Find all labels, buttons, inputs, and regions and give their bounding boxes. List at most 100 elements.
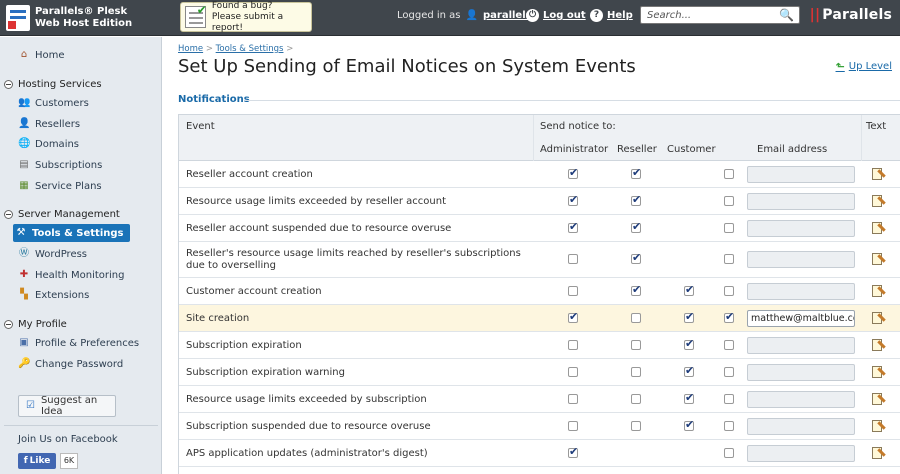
customer-checkbox[interactable] — [684, 364, 694, 377]
reseller-checkbox[interactable] — [631, 421, 641, 431]
email-field[interactable] — [747, 283, 855, 300]
report-bug-button[interactable]: Found a bug? Please submit a report! — [180, 1, 312, 33]
edit-text-icon[interactable] — [872, 339, 886, 352]
administrator-checkbox[interactable] — [568, 254, 578, 264]
reseller-checkbox[interactable] — [631, 193, 641, 206]
email-field[interactable] — [747, 251, 855, 268]
search-input[interactable]: Search... 🔍 — [640, 6, 800, 24]
customer-checkbox[interactable] — [684, 337, 694, 350]
email-checkbox[interactable] — [724, 196, 734, 206]
email-checkbox[interactable] — [724, 223, 734, 233]
edit-text-icon[interactable] — [872, 420, 886, 433]
edit-text-icon[interactable] — [872, 253, 886, 266]
suggest-idea-button[interactable]: ☑ Suggest an Idea — [18, 395, 116, 417]
edit-text-icon[interactable] — [872, 447, 886, 460]
sidebar-item-subscriptions[interactable]: ▤ Subscriptions — [18, 156, 102, 174]
reseller-checkbox[interactable] — [631, 367, 641, 377]
section-my-profile[interactable]: My Profile — [4, 316, 67, 332]
table-row: Subscription expiration warning — [179, 359, 900, 386]
facebook-like-button[interactable]: f Like — [18, 453, 56, 469]
administrator-checkbox[interactable] — [568, 340, 578, 350]
table-row: Customer account creation — [179, 278, 900, 305]
username-link[interactable]: parallels — [483, 10, 532, 21]
email-checkbox[interactable] — [724, 310, 734, 323]
administrator-checkbox[interactable] — [568, 421, 578, 431]
sidebar-item-extensions[interactable]: ▚ Extensions — [18, 286, 89, 304]
edit-text-icon[interactable] — [872, 222, 886, 235]
email-field[interactable] — [747, 337, 855, 354]
customer-checkbox[interactable] — [684, 418, 694, 431]
edit-text-icon[interactable] — [872, 393, 886, 406]
email-checkbox[interactable] — [724, 286, 734, 296]
edit-text-icon[interactable] — [872, 312, 886, 325]
table-row: Reseller account suspended due to resour… — [179, 215, 900, 242]
edit-text-icon[interactable] — [872, 285, 886, 298]
administrator-checkbox[interactable] — [568, 166, 578, 179]
sidebar-item-service-plans[interactable]: ▦ Service Plans — [18, 177, 101, 195]
help-link[interactable]: ? Help — [590, 9, 633, 22]
table-header: Event Send notice to: Administrator Rese… — [179, 115, 900, 161]
reseller-checkbox[interactable] — [631, 283, 641, 296]
collapse-icon[interactable] — [4, 209, 13, 219]
profile-icon: ▣ — [19, 337, 29, 348]
plesk-logo[interactable]: Parallels® Plesk Web Host Edition — [6, 3, 156, 33]
email-checkbox[interactable] — [724, 394, 734, 404]
reseller-checkbox[interactable] — [631, 166, 641, 179]
email-checkbox[interactable] — [724, 340, 734, 350]
administrator-checkbox[interactable] — [568, 367, 578, 377]
up-level-link[interactable]: ⬑ Up Level — [836, 60, 892, 73]
sidebar-item-health-monitoring[interactable]: ✚ Health Monitoring — [18, 266, 125, 284]
customer-checkbox[interactable] — [684, 391, 694, 404]
administrator-checkbox[interactable] — [568, 193, 578, 206]
reseller-checkbox[interactable] — [631, 313, 641, 323]
edit-text-icon[interactable] — [872, 168, 886, 181]
sidebar-item-domains[interactable]: 🌐 Domains — [18, 135, 79, 153]
sidebar-item-customers[interactable]: 👥 Customers — [18, 94, 89, 112]
sidebar-item-wordpress[interactable]: Ⓦ WordPress — [18, 245, 87, 263]
email-field[interactable] — [747, 391, 855, 408]
customer-checkbox[interactable] — [684, 283, 694, 296]
logout-link[interactable]: ⏻ Log out — [526, 9, 586, 22]
sidebar-item-change-password[interactable]: 🔑 Change Password — [18, 355, 123, 373]
administrator-checkbox[interactable] — [568, 220, 578, 233]
edit-text-icon[interactable] — [872, 366, 886, 379]
column-send-notice: Send notice to: — [540, 121, 616, 132]
administrator-checkbox[interactable] — [568, 445, 578, 458]
email-field[interactable]: matthew@maltblue.co — [747, 310, 855, 327]
administrator-checkbox[interactable] — [568, 286, 578, 296]
reseller-checkbox[interactable] — [631, 394, 641, 404]
email-field[interactable] — [747, 364, 855, 381]
sidebar-item-resellers[interactable]: 👤 Resellers — [18, 115, 80, 133]
section-label: My Profile — [18, 318, 67, 330]
brand-line1: Parallels® Plesk — [35, 6, 128, 17]
email-checkbox[interactable] — [724, 254, 734, 264]
reseller-checkbox[interactable] — [631, 251, 641, 264]
email-field[interactable] — [747, 220, 855, 237]
sidebar-item-home[interactable]: ⌂ Home — [18, 46, 65, 64]
collapse-icon[interactable] — [4, 79, 13, 89]
email-field[interactable] — [747, 193, 855, 210]
customer-checkbox[interactable] — [684, 310, 694, 323]
email-checkbox[interactable] — [724, 448, 734, 458]
edit-text-icon[interactable] — [872, 195, 886, 208]
sidebar-item-profile-preferences[interactable]: ▣ Profile & Preferences — [18, 334, 139, 352]
email-field[interactable] — [747, 418, 855, 435]
email-checkbox[interactable] — [724, 367, 734, 377]
suggest-idea-label: Suggest an Idea — [40, 395, 98, 417]
breadcrumb-home[interactable]: Home — [178, 44, 203, 54]
sidebar-item-tools-settings[interactable]: ⚒ Tools & Settings — [13, 224, 130, 242]
section-server-management[interactable]: Server Management — [4, 206, 120, 222]
section-hosting-services[interactable]: Hosting Services — [4, 76, 102, 92]
email-checkbox[interactable] — [724, 169, 734, 179]
column-administrator: Administrator — [540, 144, 609, 155]
reseller-checkbox[interactable] — [631, 340, 641, 350]
breadcrumb-tools-settings[interactable]: Tools & Settings — [216, 44, 284, 54]
search-icon[interactable]: 🔍 — [779, 8, 794, 22]
administrator-checkbox[interactable] — [568, 394, 578, 404]
email-field[interactable] — [747, 166, 855, 183]
email-checkbox[interactable] — [724, 421, 734, 431]
collapse-icon[interactable] — [4, 319, 13, 329]
email-field[interactable] — [747, 445, 855, 462]
reseller-checkbox[interactable] — [631, 220, 641, 233]
administrator-checkbox[interactable] — [568, 310, 578, 323]
